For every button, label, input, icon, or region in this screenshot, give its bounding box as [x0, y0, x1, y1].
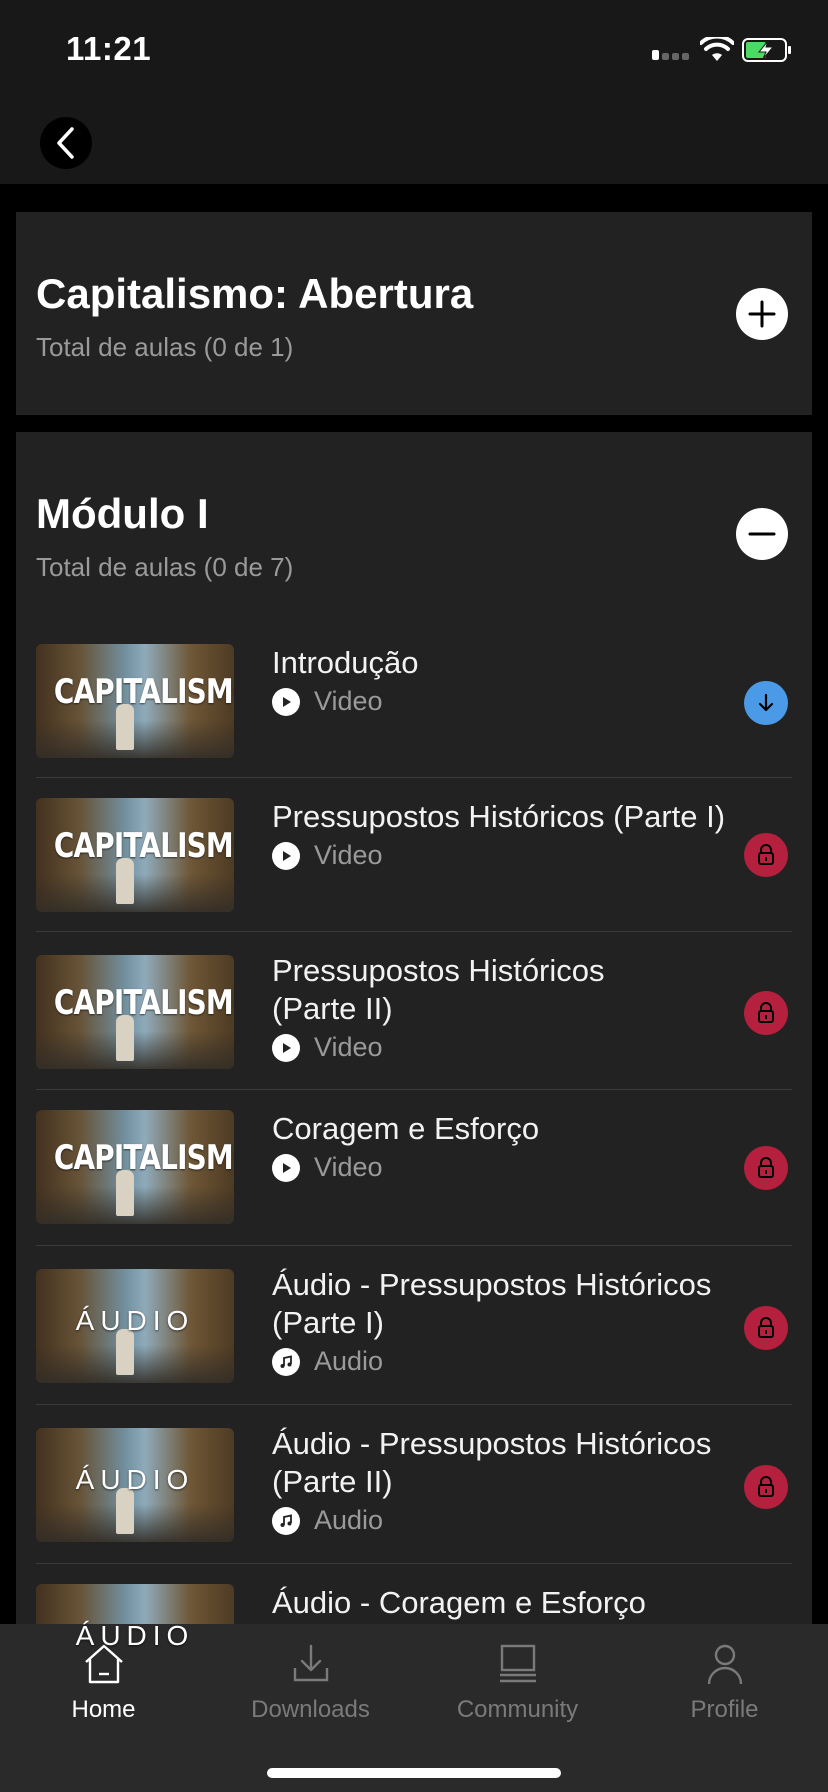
lesson-title: Introdução: [272, 645, 419, 680]
locked-badge: [744, 1465, 788, 1509]
lesson-type: Video: [272, 1152, 383, 1183]
module-card[interactable]: Capitalismo: Abertura Total de aulas (0 …: [16, 212, 812, 415]
play-icon: [272, 687, 300, 716]
lesson-thumbnail: CAPITALISMO: [36, 644, 234, 758]
tab-label: Community: [456, 1696, 579, 1723]
music-note-icon: [272, 1506, 300, 1535]
lesson-type: Video: [272, 840, 383, 871]
locked-badge: [744, 1146, 788, 1190]
locked-badge: [744, 1306, 788, 1350]
profile-icon: [707, 1644, 742, 1685]
lesson-type-label: Audio: [314, 1505, 384, 1535]
lesson-title: Pressupostos Históricos (Parte II): [272, 953, 605, 1026]
tab-home[interactable]: Home: [0, 1636, 207, 1746]
lesson-type-label: Audio: [314, 1346, 384, 1376]
arrow-down-icon: [758, 693, 774, 712]
lesson-item[interactable]: ÁUDIO Áudio - Pressupostos Históricos (P…: [36, 1246, 792, 1405]
nav-bar: [0, 100, 828, 184]
lesson-type: Audio: [272, 1505, 383, 1536]
tab-downloads[interactable]: Downloads: [207, 1636, 414, 1746]
plus-icon: [748, 300, 776, 328]
lesson-type-label: Video: [314, 1152, 383, 1182]
module-lesson-count: Total de aulas (0 de 7): [36, 552, 294, 582]
lesson-type: Video: [272, 686, 383, 717]
home-indicator[interactable]: [267, 1768, 561, 1778]
lock-icon: [758, 1476, 774, 1497]
community-icon: [499, 1644, 536, 1683]
lesson-list: CAPITALISMO Introdução Video CAPITALISMO…: [36, 644, 792, 1724]
download-icon: [293, 1644, 328, 1682]
play-icon: [272, 1153, 300, 1182]
tab-label: Downloads: [251, 1696, 370, 1723]
lesson-type-label: Video: [314, 686, 383, 716]
lock-icon: [758, 1002, 774, 1023]
lesson-item[interactable]: CAPITALISMO Pressupostos Históricos (Par…: [36, 778, 792, 932]
wifi-icon: [700, 37, 734, 61]
music-note-icon: [272, 1347, 300, 1376]
lesson-thumbnail: CAPITALISMO: [36, 1110, 234, 1224]
play-icon: [272, 841, 300, 870]
locked-badge: [744, 991, 788, 1035]
status-time: 11:21: [66, 30, 152, 67]
lesson-title: Áudio - Pressupostos Históricos (Parte I…: [272, 1267, 712, 1340]
lesson-title: Áudio - Coragem e Esforço: [272, 1585, 646, 1620]
module-title: Capitalismo: Abertura: [36, 270, 474, 317]
download-button[interactable]: [744, 681, 788, 725]
status-bar: 11:21: [0, 0, 828, 100]
tab-label: Profile: [690, 1696, 759, 1723]
back-button[interactable]: [40, 117, 92, 169]
tab-profile[interactable]: Profile: [621, 1636, 828, 1746]
expand-module-button[interactable]: [736, 288, 788, 340]
lesson-type: Video: [272, 1032, 383, 1063]
lesson-title: Áudio - Pressupostos Históricos (Parte I…: [272, 1426, 712, 1499]
lesson-thumbnail: ÁUDIO: [36, 1428, 234, 1542]
lock-icon: [758, 1157, 774, 1178]
lesson-type-label: Video: [314, 840, 383, 870]
lesson-item[interactable]: CAPITALISMO Introdução Video: [36, 644, 792, 778]
lesson-thumbnail: CAPITALISMO: [36, 798, 234, 912]
tab-label: Home: [71, 1696, 136, 1723]
play-icon: [272, 1033, 300, 1062]
minus-icon: [748, 532, 776, 536]
lesson-thumbnail: ÁUDIO: [36, 1269, 234, 1383]
locked-badge: [744, 833, 788, 877]
lesson-thumbnail: CAPITALISMO: [36, 955, 234, 1069]
lock-icon: [758, 844, 774, 865]
lesson-type-label: Video: [314, 1032, 383, 1062]
module-lesson-count: Total de aulas (0 de 1): [36, 332, 294, 362]
tab-community[interactable]: Community: [414, 1636, 621, 1746]
lesson-item[interactable]: CAPITALISMO Coragem e Esforço Video: [36, 1090, 792, 1246]
lesson-title: Coragem e Esforço: [272, 1111, 540, 1146]
lesson-item[interactable]: CAPITALISMO Pressupostos Históricos (Par…: [36, 932, 792, 1090]
lesson-type: Audio: [272, 1346, 383, 1377]
lesson-title: Pressupostos Históricos (Parte I): [272, 799, 726, 834]
lesson-item[interactable]: ÁUDIO Áudio - Pressupostos Históricos (P…: [36, 1405, 792, 1564]
module-title: Módulo I: [36, 490, 209, 537]
battery-charging-icon: [742, 38, 791, 62]
module-card[interactable]: Módulo I Total de aulas (0 de 7) CAPITAL…: [16, 432, 812, 1698]
collapse-module-button[interactable]: [736, 508, 788, 560]
cellular-signal-icon: [652, 50, 692, 60]
lock-icon: [758, 1317, 774, 1338]
chevron-left-icon: [57, 127, 74, 159]
